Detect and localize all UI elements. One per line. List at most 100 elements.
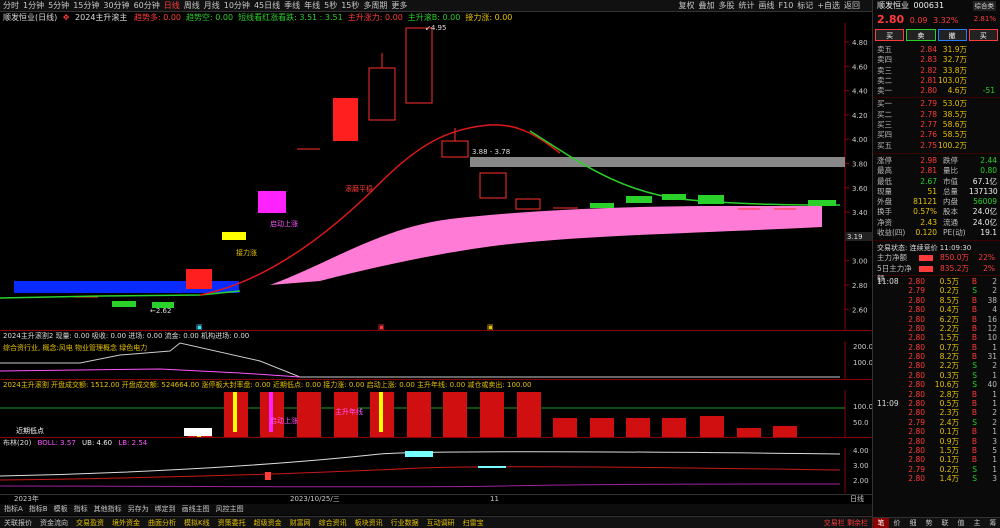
tick-count: 40 [987,380,997,390]
orderbook-row[interactable]: 买四 2.76 58.5万 [873,130,1000,140]
status-tab[interactable]: 模拟K线 [184,519,210,527]
tick-volume: 0.4万 [939,305,959,315]
toolbar-item[interactable]: 复权 [679,1,695,10]
indicator-name[interactable]: 2024主升滚主 [75,13,127,22]
orderbook-row[interactable]: 买三 2.77 58.6万 [873,120,1000,130]
y-tick-label: 3.00 [853,462,869,470]
quote-tab[interactable]: 主 [969,518,985,528]
orderbook-row[interactable]: 买五 2.75 100.2万 [873,141,1000,151]
quote-tab[interactable]: 值 [953,518,969,528]
indicator-tab[interactable]: 指标A [4,505,23,513]
stat-label: 收益(四) [877,228,906,238]
toolbar-item[interactable]: 叠加 [699,1,715,10]
indicator-tab[interactable]: 模板 [54,505,68,513]
orderbook-row[interactable]: 卖三 2.82 33.8万 [873,66,1000,76]
trade-button[interactable]: 卖 [906,29,936,41]
quote-tab[interactable]: 筹 [985,518,1000,528]
level-volume: 4.6万 [947,86,967,96]
status-tab[interactable]: 综合资讯 [319,519,347,527]
indicator-tab[interactable]: 风控主图 [216,505,244,513]
period-tab[interactable]: 周线 [184,1,200,10]
tick-time [873,408,903,417]
toolbar-item[interactable]: 标记 [797,1,813,10]
toolbar-item[interactable]: 多股 [719,1,735,10]
period-tab[interactable]: 45日线 [254,1,280,10]
boll-lb: LB: 2.54 [118,439,148,447]
indicator-tab[interactable]: 另存为 [128,505,149,513]
tick-time [873,333,903,342]
tick-count: 5 [992,445,997,455]
period-tab[interactable]: 更多 [391,1,407,10]
quote-tab[interactable]: 价 [889,518,905,528]
orderbook-row[interactable]: 卖一 2.80 4.6万 -51 [873,86,1000,96]
period-tab[interactable]: 1分钟 [23,1,44,10]
status-tab[interactable]: 曲面分析 [148,519,176,527]
signal-bar [700,416,724,437]
period-tab[interactable]: 分时 [3,1,19,10]
indicator-tab[interactable]: 指标 [74,505,88,513]
status-tab[interactable]: 关联报价 [4,519,32,527]
panel3-chart[interactable]: 近期低点 启动上涨 主升年线 100.0 50.0 [0,390,872,437]
level-label: 买四 [877,130,892,140]
status-tab[interactable]: 板块资讯 [355,519,383,527]
quote-tab[interactable]: 细 [905,518,921,528]
status-tab[interactable]: 资金流向 [40,519,68,527]
toolbar-item[interactable]: 返回 [844,1,860,10]
status-tab[interactable]: 超级资金 [254,519,282,527]
period-tab[interactable]: 10分钟 [224,1,250,10]
panel2-chart[interactable]: 200.0 100.0 [0,341,872,379]
panel4-chart[interactable]: 4.00 3.00 2.00 [0,448,872,493]
trade-button[interactable]: 买 [968,29,998,41]
toolbar-item[interactable]: F10 [779,1,794,10]
status-tab[interactable]: 财富网 [290,519,311,527]
period-tab[interactable]: 15分钟 [73,1,99,10]
quote-tab[interactable]: 势 [921,518,937,528]
indicator-tab[interactable]: 其他指标 [94,505,122,513]
trade-button[interactable]: 买 [875,29,905,41]
toolbar-item[interactable]: 统计 [739,1,755,10]
status-right[interactable]: 交易栏 剩余栏 [824,517,868,528]
indicator-value: 趋势空: 0.00 [186,13,234,22]
status-tab[interactable]: 扫雷宝 [463,519,484,527]
tick-side: B [971,399,977,409]
net-main-row: 主力净额 850.0万 22% [873,253,1000,263]
period-tab[interactable]: 年线 [304,1,320,10]
period-tab[interactable]: 月线 [204,1,220,10]
orderbook-row[interactable]: 卖二 2.81 103.0万 [873,76,1000,86]
tick-side: B [971,314,977,324]
quote-tab[interactable]: 笔 [873,518,889,528]
period-tab[interactable]: 多周期 [363,1,387,10]
trade-button[interactable]: 撤 [937,29,967,41]
orderbook-row[interactable]: 卖五 2.84 31.9万 [873,45,1000,55]
level-delta [967,99,995,109]
period-tab[interactable]: 日线 [164,1,180,10]
period-tab[interactable]: 30分钟 [103,1,129,10]
y-tick-label: 4.40 [852,88,868,96]
orderbook-row[interactable]: 买二 2.78 38.5万 [873,110,1000,120]
status-tab[interactable]: 互动调研 [427,519,455,527]
status-tab[interactable]: 境外资金 [112,519,140,527]
stock-tag[interactable]: 综合类 [972,1,996,11]
period-tab[interactable]: 季线 [284,1,300,10]
indicator-tab[interactable]: 指标B [29,505,48,513]
main-chart[interactable]: 4.804.604.404.204.003.803.603.403.203.00… [0,23,872,330]
orderbook-row[interactable]: 卖四 2.83 32.7万 [873,55,1000,65]
toolbar-item[interactable]: 画线 [759,1,775,10]
period-tab[interactable]: 60分钟 [134,1,160,10]
toolbar-item[interactable]: +自选 [817,1,840,10]
quote-tab[interactable]: 联 [937,518,953,528]
indicator-tab[interactable]: 画线主图 [182,505,210,513]
period-tab[interactable]: 5分钟 [48,1,69,10]
signal-bar [590,418,614,437]
level-price: 2.84 [920,45,937,54]
y-tick-label: 3.00 [852,258,868,266]
status-tab[interactable]: 资策委托 [218,519,246,527]
status-tab[interactable]: 行业数据 [391,519,419,527]
boll-name[interactable]: 布林(20) [3,439,31,447]
timeline-period[interactable]: 日线 [850,495,864,503]
period-tab[interactable]: 5秒 [324,1,337,10]
status-tab[interactable]: 交易盈资 [76,519,104,527]
orderbook-row[interactable]: 买一 2.79 53.0万 [873,99,1000,109]
indicator-tab[interactable]: 绑定到 [155,505,176,513]
period-tab[interactable]: 15秒 [341,1,359,10]
